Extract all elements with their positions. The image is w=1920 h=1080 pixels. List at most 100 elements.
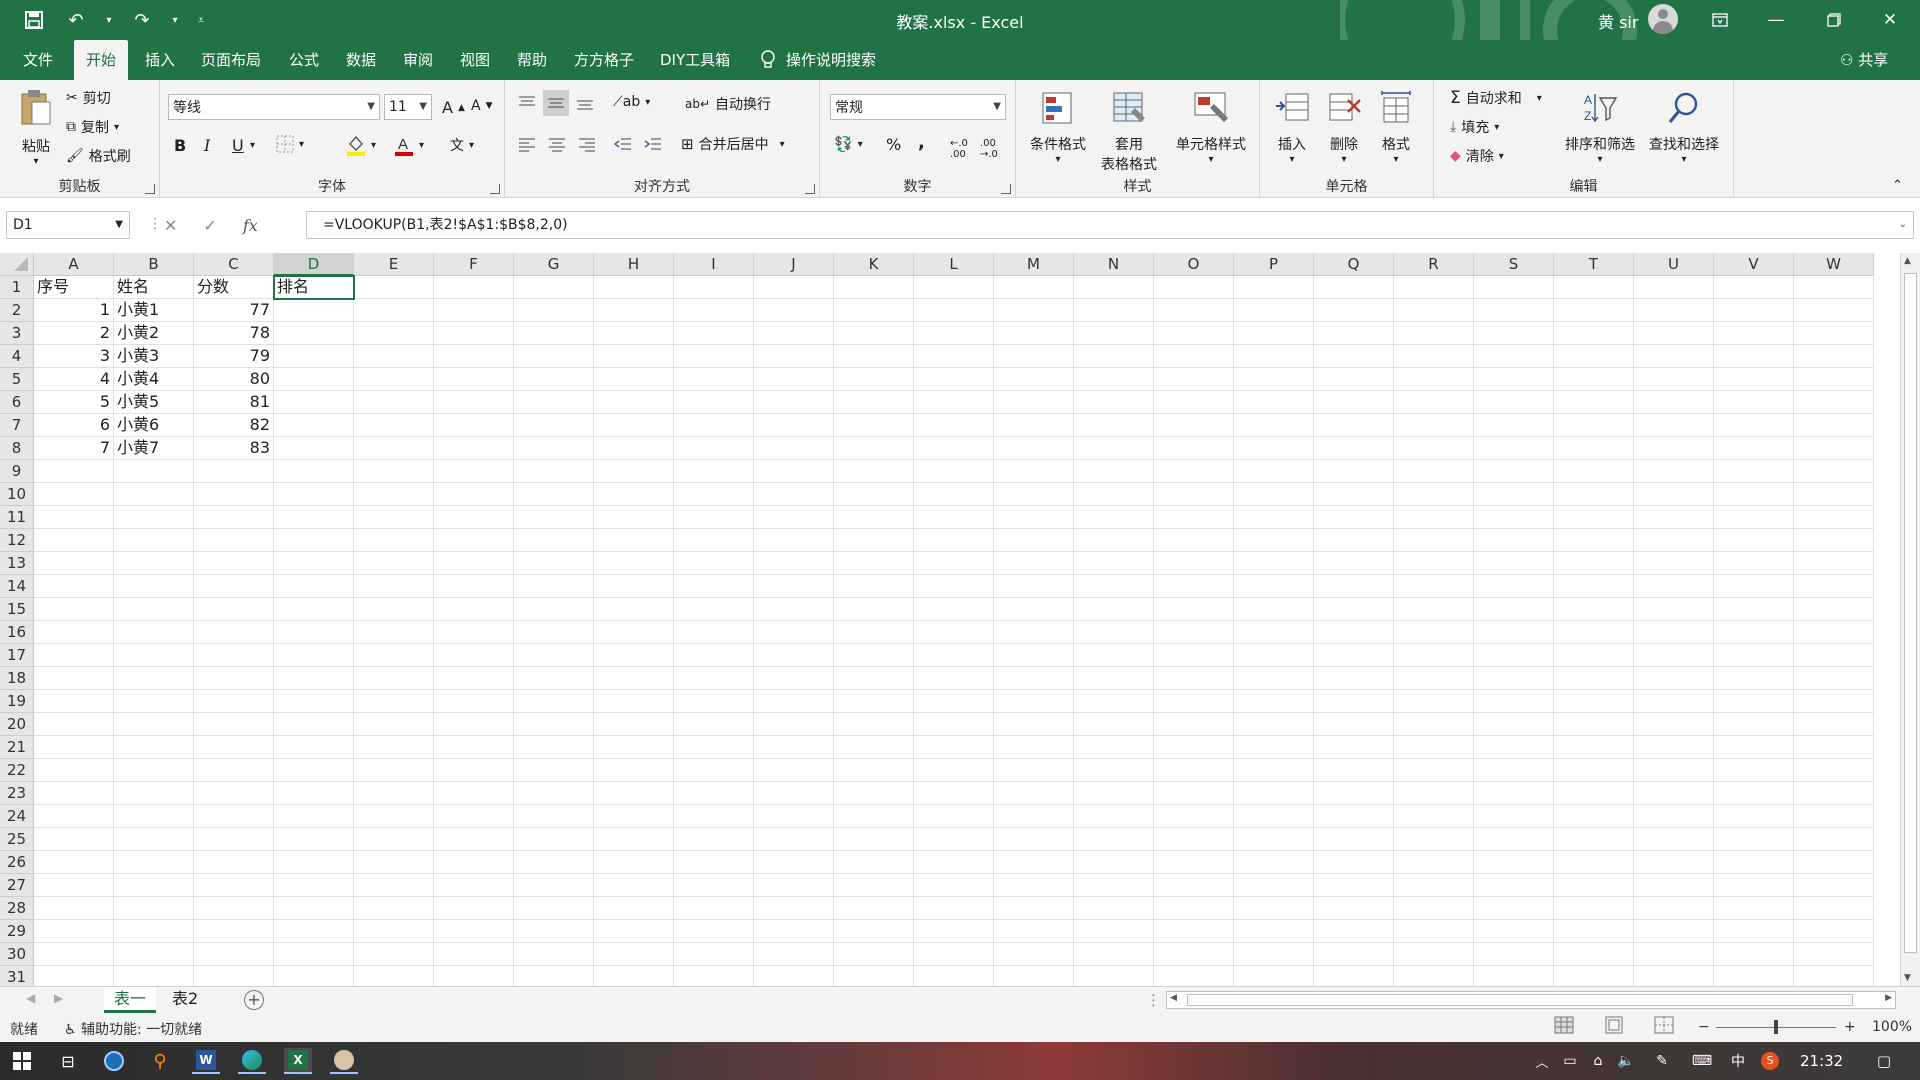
cell-q24[interactable] (1314, 805, 1394, 828)
cell-o24[interactable] (1154, 805, 1234, 828)
cell-c30[interactable] (194, 943, 274, 966)
cell-e24[interactable] (354, 805, 434, 828)
cell-v28[interactable] (1714, 897, 1794, 920)
cell-q29[interactable] (1314, 920, 1394, 943)
collapse-ribbon-icon[interactable]: ⌃ (1892, 178, 1903, 193)
cell-l31[interactable] (914, 966, 994, 986)
cell-w26[interactable] (1794, 851, 1874, 874)
cell-m31[interactable] (994, 966, 1074, 986)
cell-styles-button[interactable]: 单元格样式 ▾ (1168, 90, 1254, 165)
cell-j16[interactable] (754, 621, 834, 644)
cell-q8[interactable] (1314, 437, 1394, 460)
cell-h10[interactable] (594, 483, 674, 506)
cell-g21[interactable] (514, 736, 594, 759)
cell-h20[interactable] (594, 713, 674, 736)
cell-w31[interactable] (1794, 966, 1874, 986)
cell-t7[interactable] (1554, 414, 1634, 437)
cell-r26[interactable] (1394, 851, 1474, 874)
row-header[interactable]: 2 (0, 299, 34, 322)
cell-k11[interactable] (834, 506, 914, 529)
cell-i19[interactable] (674, 690, 754, 713)
cell-s30[interactable] (1474, 943, 1554, 966)
cell-l14[interactable] (914, 575, 994, 598)
sheet-tab-2[interactable]: 表2 (162, 987, 208, 1013)
cell-u20[interactable] (1634, 713, 1714, 736)
find-select-button[interactable]: 查找和选择 ▾ (1642, 90, 1726, 165)
cell-i22[interactable] (674, 759, 754, 782)
cell-g24[interactable] (514, 805, 594, 828)
cell-m20[interactable] (994, 713, 1074, 736)
cell-b27[interactable] (114, 874, 194, 897)
cell-l23[interactable] (914, 782, 994, 805)
column-header-n[interactable]: N (1074, 253, 1154, 276)
cell-e27[interactable] (354, 874, 434, 897)
cell-q11[interactable] (1314, 506, 1394, 529)
cell-v3[interactable] (1714, 322, 1794, 345)
cell-i31[interactable] (674, 966, 754, 986)
cell-u14[interactable] (1634, 575, 1714, 598)
cell-n23[interactable] (1074, 782, 1154, 805)
cell-p20[interactable] (1234, 713, 1314, 736)
cell-c5[interactable]: 80 (194, 368, 274, 391)
column-header-a[interactable]: A (34, 253, 114, 276)
cell-f12[interactable] (434, 529, 514, 552)
page-break-view-icon[interactable] (1654, 1016, 1674, 1038)
row-header[interactable]: 27 (0, 874, 34, 897)
cell-u11[interactable] (1634, 506, 1714, 529)
cell-p17[interactable] (1234, 644, 1314, 667)
cell-a19[interactable] (34, 690, 114, 713)
cell-w14[interactable] (1794, 575, 1874, 598)
row-header[interactable]: 23 (0, 782, 34, 805)
column-header-l[interactable]: L (914, 253, 994, 276)
cell-b25[interactable] (114, 828, 194, 851)
cell-q5[interactable] (1314, 368, 1394, 391)
cell-n4[interactable] (1074, 345, 1154, 368)
user-name[interactable]: 黄 sir (1598, 9, 1638, 33)
font-launcher-icon[interactable] (490, 184, 500, 194)
format-cells-button[interactable]: 格式 ▾ (1376, 90, 1416, 165)
cell-j11[interactable] (754, 506, 834, 529)
cell-i5[interactable] (674, 368, 754, 391)
cell-w19[interactable] (1794, 690, 1874, 713)
cell-i12[interactable] (674, 529, 754, 552)
cell-i24[interactable] (674, 805, 754, 828)
cell-j14[interactable] (754, 575, 834, 598)
cell-h5[interactable] (594, 368, 674, 391)
cell-w18[interactable] (1794, 667, 1874, 690)
tab-fangfang[interactable]: 方方格子 (570, 40, 638, 80)
cell-s18[interactable] (1474, 667, 1554, 690)
cell-e16[interactable] (354, 621, 434, 644)
word-app-icon[interactable]: W (192, 1048, 220, 1074)
cell-c2[interactable]: 77 (194, 299, 274, 322)
cell-q21[interactable] (1314, 736, 1394, 759)
cell-g29[interactable] (514, 920, 594, 943)
cell-r18[interactable] (1394, 667, 1474, 690)
cell-d3[interactable] (274, 322, 354, 345)
cell-p24[interactable] (1234, 805, 1314, 828)
cell-s8[interactable] (1474, 437, 1554, 460)
cell-g27[interactable] (514, 874, 594, 897)
cell-l21[interactable] (914, 736, 994, 759)
cell-d2[interactable] (274, 299, 354, 322)
cell-m27[interactable] (994, 874, 1074, 897)
cell-e31[interactable] (354, 966, 434, 986)
edge-app-icon[interactable] (238, 1048, 266, 1074)
cut-button[interactable]: ✂ 剪切 (66, 88, 111, 108)
cell-h2[interactable] (594, 299, 674, 322)
cell-t12[interactable] (1554, 529, 1634, 552)
format-painter-button[interactable]: 🖌 格式刷 (66, 146, 131, 166)
cell-w8[interactable] (1794, 437, 1874, 460)
cell-j7[interactable] (754, 414, 834, 437)
cell-o21[interactable] (1154, 736, 1234, 759)
cell-m24[interactable] (994, 805, 1074, 828)
cell-k31[interactable] (834, 966, 914, 986)
borders-button[interactable]: ▾ (276, 135, 304, 153)
cell-t10[interactable] (1554, 483, 1634, 506)
cell-e14[interactable] (354, 575, 434, 598)
cell-h7[interactable] (594, 414, 674, 437)
cell-p21[interactable] (1234, 736, 1314, 759)
cell-q23[interactable] (1314, 782, 1394, 805)
cell-u5[interactable] (1634, 368, 1714, 391)
sheet-tab-1[interactable]: 表一 (104, 987, 157, 1013)
cell-m28[interactable] (994, 897, 1074, 920)
